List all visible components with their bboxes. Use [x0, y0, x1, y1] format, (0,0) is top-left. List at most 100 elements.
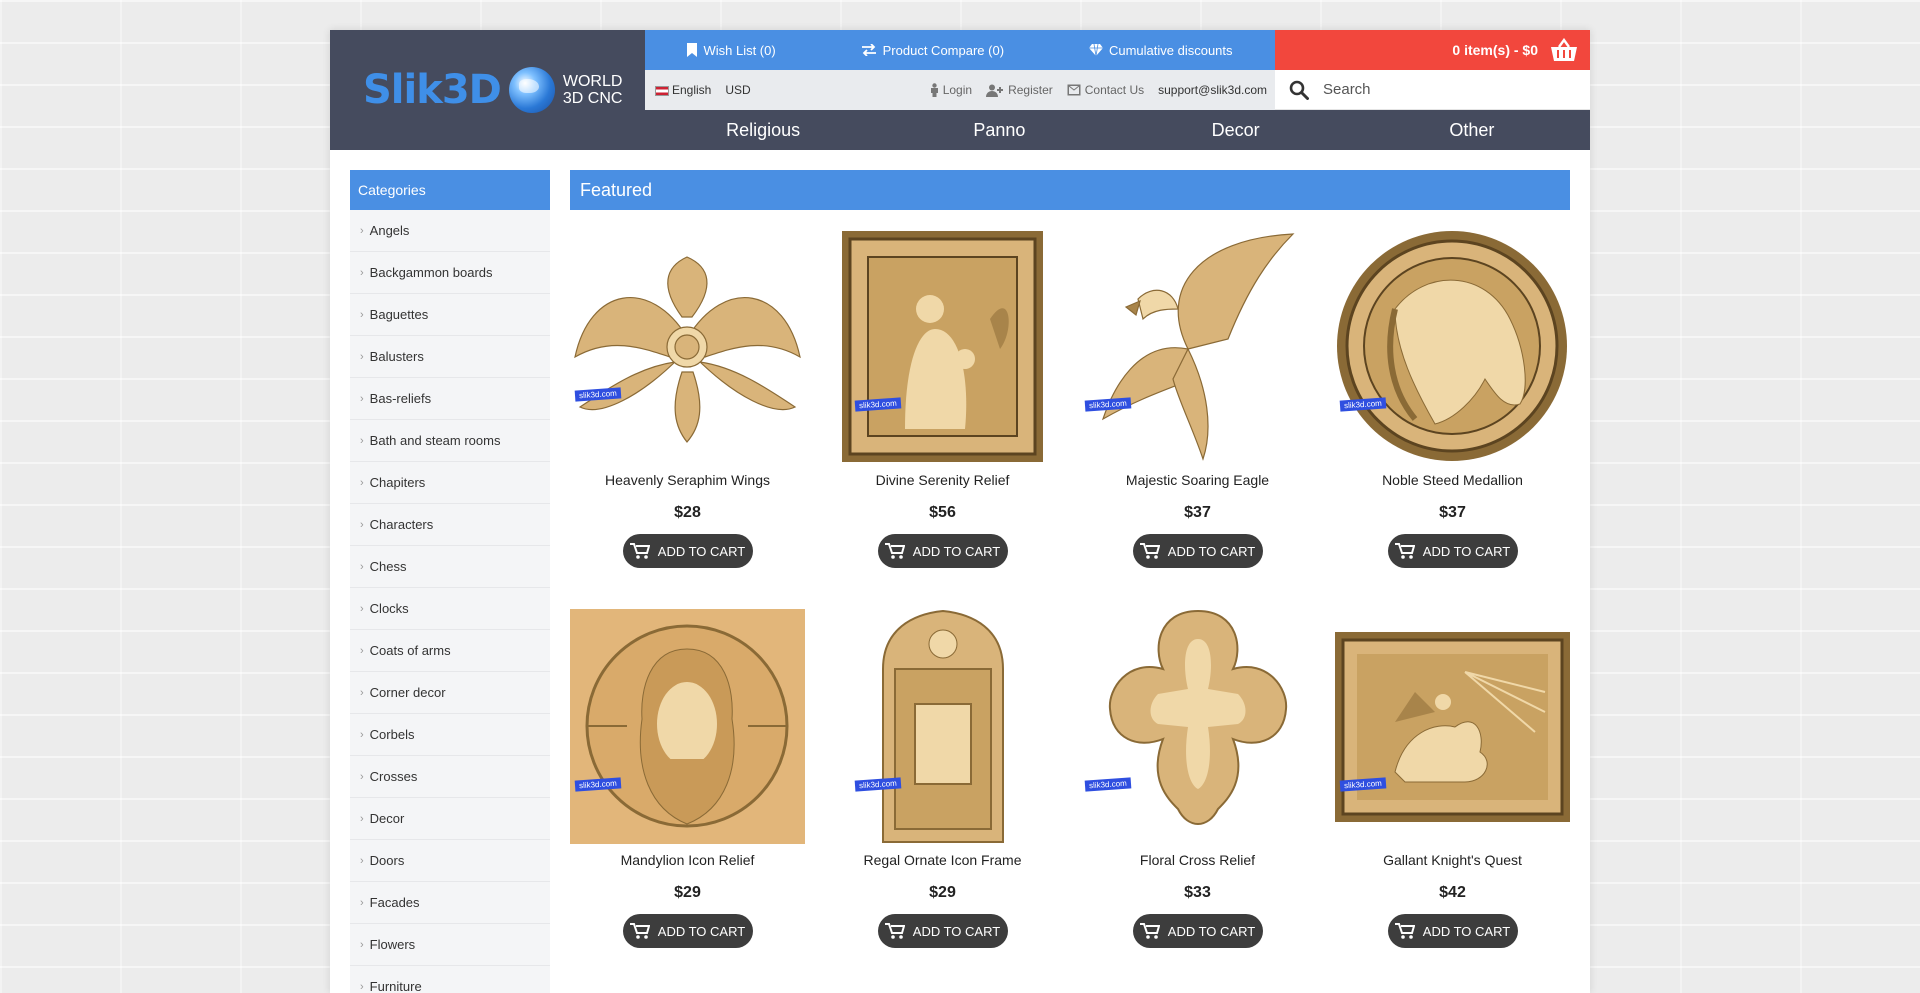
add-to-cart-button[interactable]: ADD TO CART	[1132, 534, 1263, 568]
product-image[interactable]: slik3d.com	[570, 229, 805, 464]
globe-icon	[508, 67, 555, 113]
header: Slik3D WORLD 3D CNC Wish List (0) Produc…	[330, 30, 1590, 150]
nav-panno[interactable]: Panno	[881, 120, 1117, 141]
product-image[interactable]: slik3d.com	[1335, 229, 1570, 464]
product-card: slik3d.com Noble Steed Medallion $37 ADD TO…	[1335, 229, 1570, 609]
contact-link[interactable]: Contact Us	[1067, 83, 1144, 97]
product-image[interactable]: slik3d.com	[1080, 229, 1315, 464]
add-to-cart-label: ADD TO CART	[657, 543, 746, 559]
cart-icon	[1139, 543, 1160, 559]
category-label: Crosses	[369, 769, 418, 784]
product-name[interactable]: Divine Serenity Relief	[876, 472, 1010, 492]
wishlist-label: Wish List (0)	[703, 42, 776, 58]
add-to-cart-button[interactable]: ADD TO CART	[1132, 914, 1263, 948]
cart-button[interactable]: 0 item(s) - $0	[1275, 30, 1590, 70]
chevron-right-icon: ›	[360, 980, 364, 993]
chevron-right-icon: ›	[360, 392, 364, 405]
product-card: slik3d.com Majestic Soaring Eagle $37 ADD T…	[1080, 229, 1315, 609]
register-link[interactable]: Register	[986, 83, 1053, 97]
sidebar-category-item[interactable]: › Coats of arms	[350, 630, 550, 672]
product-card: slik3d.com Heavenly Seraphim Wings $28 ADD …	[570, 229, 805, 609]
sidebar-category-item[interactable]: › Clocks	[350, 588, 550, 630]
search-icon[interactable]	[1289, 80, 1309, 100]
product-name[interactable]: Mandylion Icon Relief	[621, 852, 755, 872]
product-name[interactable]: Gallant Knight's Quest	[1383, 852, 1522, 872]
add-to-cart-button[interactable]: ADD TO CART	[877, 534, 1008, 568]
category-label: Angels	[369, 223, 410, 238]
sidebar-category-item[interactable]: › Corner decor	[350, 672, 550, 714]
category-label: Corner decor	[369, 685, 446, 700]
category-label: Characters	[369, 517, 434, 532]
category-label: Chapiters	[369, 475, 426, 490]
add-to-cart-button[interactable]: ADD TO CART	[1387, 914, 1518, 948]
currency-selector[interactable]: USD	[725, 83, 750, 97]
language-selector[interactable]: English	[655, 83, 711, 97]
chevron-right-icon: ›	[360, 644, 364, 657]
discounts-link[interactable]: Cumulative discounts	[1088, 43, 1233, 58]
page-container: Slik3D WORLD 3D CNC Wish List (0) Produc…	[330, 30, 1590, 993]
add-to-cart-button[interactable]: ADD TO CART	[1387, 534, 1518, 568]
add-to-cart-label: ADD TO CART	[912, 923, 1001, 939]
sidebar-category-item[interactable]: › Corbels	[350, 714, 550, 756]
sidebar-category-item[interactable]: › Backgammon boards	[350, 252, 550, 294]
product-image[interactable]: slik3d.com	[1080, 609, 1315, 844]
product-image[interactable]: slik3d.com	[570, 609, 805, 844]
wishlist-link[interactable]: Wish List (0)	[687, 42, 776, 58]
utility-bar: English USD Login Register Contact Us su…	[645, 70, 1275, 110]
cart-icon	[629, 543, 650, 559]
logo[interactable]: Slik3D WORLD 3D CNC	[330, 30, 645, 150]
cart-icon	[884, 543, 905, 559]
category-label: Furniture	[369, 979, 422, 993]
cart-icon	[884, 923, 905, 939]
sidebar-category-item[interactable]: › Chess	[350, 546, 550, 588]
add-to-cart-button[interactable]: ADD TO CART	[877, 914, 1008, 948]
sidebar-category-item[interactable]: › Decor	[350, 798, 550, 840]
support-email-link[interactable]: support@slik3d.com	[1158, 83, 1267, 97]
product-price: $37	[1439, 504, 1466, 521]
compare-link[interactable]: Product Compare (0)	[861, 43, 1004, 58]
product-name[interactable]: Regal Ornate Icon Frame	[864, 852, 1022, 872]
add-to-cart-button[interactable]: ADD TO CART	[622, 534, 753, 568]
nav-religious[interactable]: Religious	[645, 120, 881, 141]
sidebar-category-item[interactable]: › Crosses	[350, 756, 550, 798]
chevron-right-icon: ›	[360, 434, 364, 447]
product-card: slik3d.com Floral Cross Relief $33 ADD TO C…	[1080, 609, 1315, 989]
nav-decor[interactable]: Decor	[1118, 120, 1354, 141]
sidebar-category-item[interactable]: › Doors	[350, 840, 550, 882]
chevron-right-icon: ›	[360, 476, 364, 489]
product-grid: slik3d.com Heavenly Seraphim Wings $28 ADD …	[570, 229, 1570, 989]
product-image[interactable]: slik3d.com	[825, 609, 1060, 844]
sidebar-category-item[interactable]: › Bas-reliefs	[350, 378, 550, 420]
sidebar-category-item[interactable]: › Chapiters	[350, 462, 550, 504]
sidebar-category-item[interactable]: › Bath and steam rooms	[350, 420, 550, 462]
sidebar-category-item[interactable]: › Balusters	[350, 336, 550, 378]
seraphim-icon	[570, 247, 805, 447]
chevron-right-icon: ›	[360, 602, 364, 615]
sidebar-category-item[interactable]: › Angels	[350, 210, 550, 252]
category-label: Bath and steam rooms	[369, 433, 501, 448]
chevron-right-icon: ›	[360, 308, 364, 321]
product-name[interactable]: Majestic Soaring Eagle	[1126, 472, 1269, 492]
product-image[interactable]: slik3d.com	[825, 229, 1060, 464]
chevron-right-icon: ›	[360, 896, 364, 909]
product-name[interactable]: Heavenly Seraphim Wings	[605, 472, 770, 492]
sidebar-category-item[interactable]: › Furniture	[350, 966, 550, 993]
product-card: slik3d.com Regal Ornate Icon Frame $29 ADD …	[825, 609, 1060, 989]
product-name[interactable]: Noble Steed Medallion	[1382, 472, 1523, 492]
product-price: $37	[1184, 504, 1211, 521]
sidebar-category-item[interactable]: › Flowers	[350, 924, 550, 966]
login-link[interactable]: Login	[930, 83, 972, 97]
sidebar-category-item[interactable]: › Characters	[350, 504, 550, 546]
sidebar-category-item[interactable]: › Facades	[350, 882, 550, 924]
product-image[interactable]: slik3d.com	[1335, 609, 1570, 844]
add-to-cart-button[interactable]: ADD TO CART	[622, 914, 753, 948]
cart-icon	[1394, 923, 1415, 939]
bookmark-icon	[687, 43, 698, 57]
nav-other[interactable]: Other	[1354, 120, 1590, 141]
categories-sidebar: Categories › Angels › Backgammon boards › Bag…	[350, 170, 550, 993]
sidebar-category-item[interactable]: › Baguettes	[350, 294, 550, 336]
search-input[interactable]	[1323, 81, 1563, 98]
product-name[interactable]: Floral Cross Relief	[1140, 852, 1255, 872]
account-links: Login Register Contact Us support@slik3d…	[930, 83, 1275, 97]
chevron-right-icon: ›	[360, 266, 364, 279]
